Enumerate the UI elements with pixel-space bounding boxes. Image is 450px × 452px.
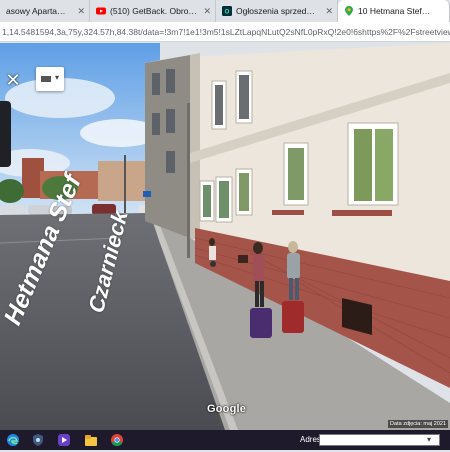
tab-title: (510) GetBack. Obronić pr... <box>110 6 197 16</box>
tab-apartament[interactable]: asowy Apartament przy d ✕ <box>0 0 90 22</box>
taskbar-address-label: Adres <box>300 435 321 444</box>
url-bar[interactable]: 1,14.5481594,3a,75y,324.57h,84.38t/data=… <box>0 22 450 42</box>
chrome-icon[interactable] <box>110 433 124 447</box>
tab-title: Ogłoszenia sprzedam, kupię ... <box>236 6 319 16</box>
tab-title: asowy Apartament przy d <box>6 6 71 16</box>
tab-youtube[interactable]: (510) GetBack. Obronić pr... ✕ <box>90 0 216 22</box>
file-explorer-icon[interactable] <box>84 433 98 447</box>
tab-title: 10 Hetmana Stefana Czarniecki... <box>358 6 431 16</box>
google-maps-pin-icon <box>344 6 354 16</box>
tab-google-maps[interactable]: 10 Hetmana Stefana Czarniecki... <box>338 0 450 22</box>
chevron-down-icon[interactable]: ▾ <box>427 435 431 444</box>
photo-strip-icon <box>41 76 51 82</box>
svg-text:O: O <box>225 10 230 16</box>
tab-close-icon[interactable]: ✕ <box>325 5 333 17</box>
shield-app-icon[interactable] <box>31 433 45 447</box>
close-street-view-icon[interactable]: ✕ <box>2 69 24 91</box>
windows-edge-icon[interactable] <box>6 433 20 447</box>
street-view-panorama[interactable]: ✕ ▾ Hetmana Stef Czarnieck Google Data z… <box>0 43 450 430</box>
media-player-icon[interactable] <box>57 433 71 447</box>
side-panel-tab[interactable] <box>0 101 11 167</box>
street-view-image <box>0 43 450 430</box>
go-arrow-icon[interactable]: › <box>437 435 440 444</box>
image-capture-date: Data zdjęcia: maj 2021 <box>388 420 448 428</box>
view-selector-dropdown[interactable]: ▾ <box>36 67 64 91</box>
tab-close-icon[interactable]: ✕ <box>203 5 211 17</box>
google-logo: Google <box>207 403 247 415</box>
browser-tab-strip: asowy Apartament przy d ✕ (510) GetBack.… <box>0 0 450 22</box>
taskbar-address-input[interactable] <box>319 434 440 446</box>
tab-close-icon[interactable]: ✕ <box>77 5 85 17</box>
tab-olx[interactable]: O Ogłoszenia sprzedam, kupię ... ✕ <box>216 0 338 22</box>
windows-taskbar: Adres ▾ › <box>0 430 450 450</box>
olx-icon: O <box>222 6 232 16</box>
youtube-icon <box>96 6 106 16</box>
chevron-down-icon: ▾ <box>55 73 60 82</box>
